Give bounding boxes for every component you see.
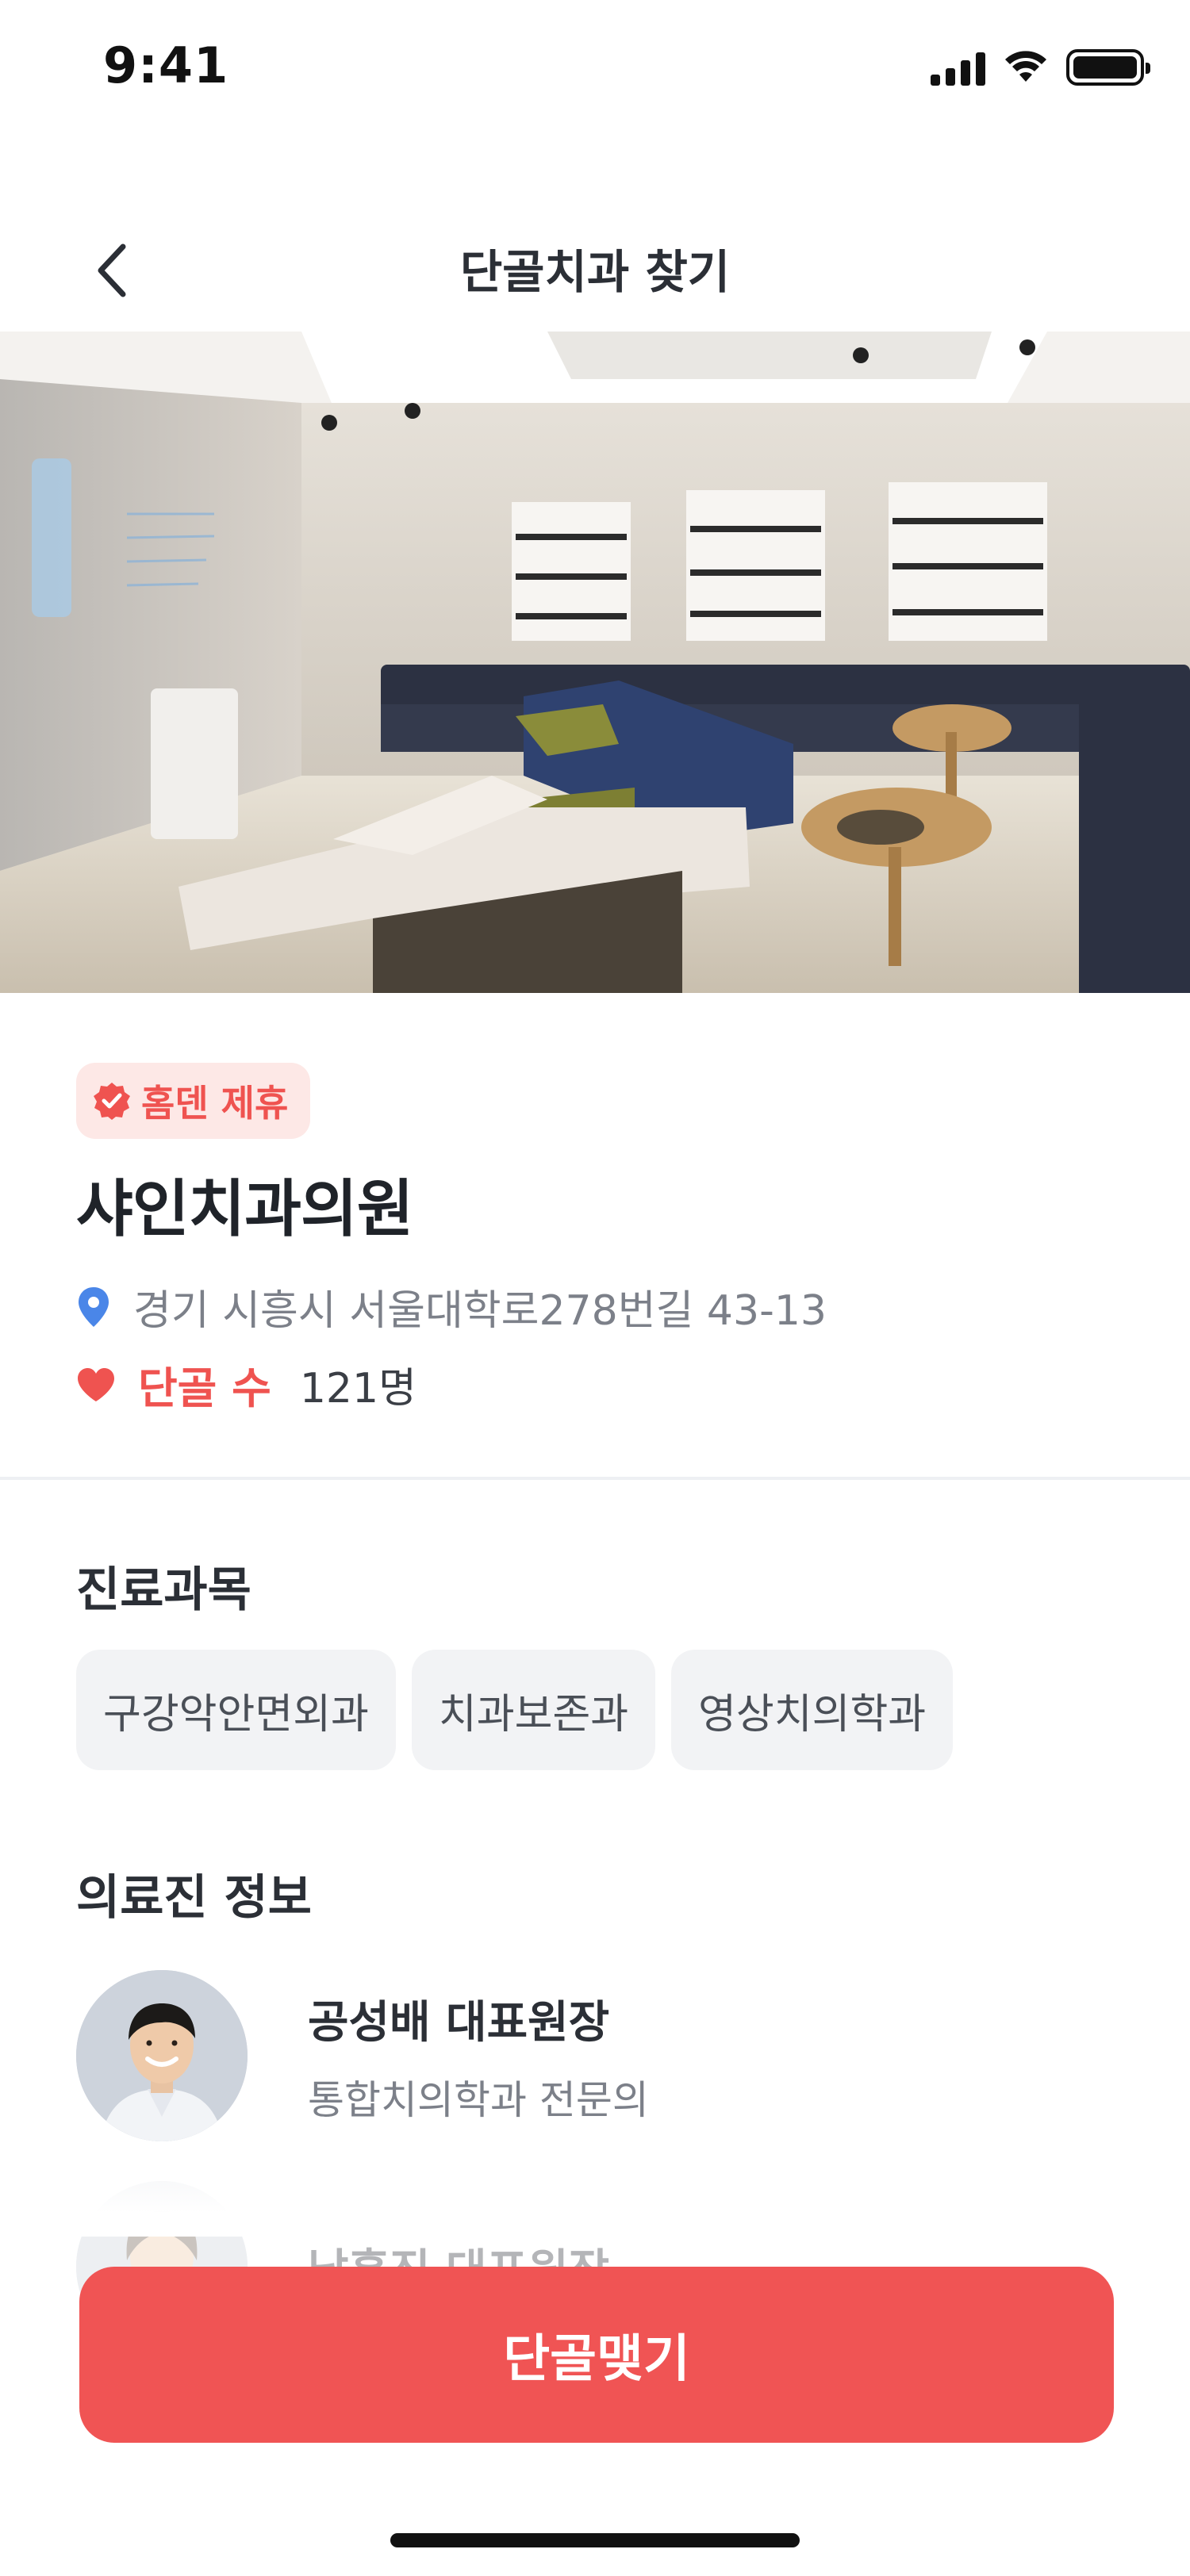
doctor-role: 통합치의학과 전문의 — [308, 2076, 649, 2123]
status-time: 9:41 — [103, 36, 229, 94]
doctor-name: 공성배 대표원장 — [308, 1996, 610, 2049]
doctor-card[interactable]: 공성배 대표원장 통합치의학과 전문의 — [76, 1970, 649, 2141]
doctors-title: 의료진 정보 — [76, 1870, 312, 1926]
home-indicator — [390, 2533, 800, 2547]
verified-badge-icon — [94, 1083, 130, 1120]
subject-chip: 치과보존과 — [411, 1650, 656, 1770]
status-bar: 9:41 — [0, 0, 1190, 140]
partner-badge: 홈덴 제휴 — [76, 1063, 311, 1139]
subject-chip: 구강악안면외과 — [76, 1650, 396, 1770]
favorite-label: 단골 수 — [138, 1363, 271, 1413]
clinic-address: 경기 시흥시 서울대학로278번길 43-13 — [133, 1287, 827, 1335]
status-icons — [931, 49, 1150, 86]
subject-chips: 구강악안면외과 치과보존과 영상치의학과 — [76, 1650, 954, 1770]
section-divider — [0, 1477, 1190, 1480]
location-pin-icon — [79, 1286, 109, 1327]
subject-chip: 영상치의학과 — [671, 1650, 954, 1770]
battery-icon — [1066, 49, 1150, 86]
register-regular-button[interactable]: 단골맺기 — [79, 2267, 1114, 2443]
favorite-count: 121명 — [299, 1365, 416, 1413]
partner-badge-label: 홈덴 제휴 — [141, 1082, 289, 1125]
register-regular-label: 단골맺기 — [503, 2330, 690, 2389]
clinic-photo — [0, 332, 1190, 993]
nav-bar: 단골치과 찾기 — [0, 219, 1190, 322]
wifi-icon — [1005, 51, 1046, 82]
favorite-row: 단골 수 121명 — [76, 1353, 416, 1416]
doctor-avatar — [76, 1970, 248, 2141]
page-title: 단골치과 찾기 — [459, 245, 731, 299]
address-row: 경기 시흥시 서울대학로278번길 43-13 — [76, 1277, 827, 1336]
scroll-fade — [0, 2141, 1190, 2237]
subjects-title: 진료과목 — [76, 1562, 251, 1618]
signal-icon — [931, 49, 985, 86]
clinic-name: 샤인치과의원 — [76, 1174, 414, 1245]
heart-icon — [78, 1367, 114, 1401]
